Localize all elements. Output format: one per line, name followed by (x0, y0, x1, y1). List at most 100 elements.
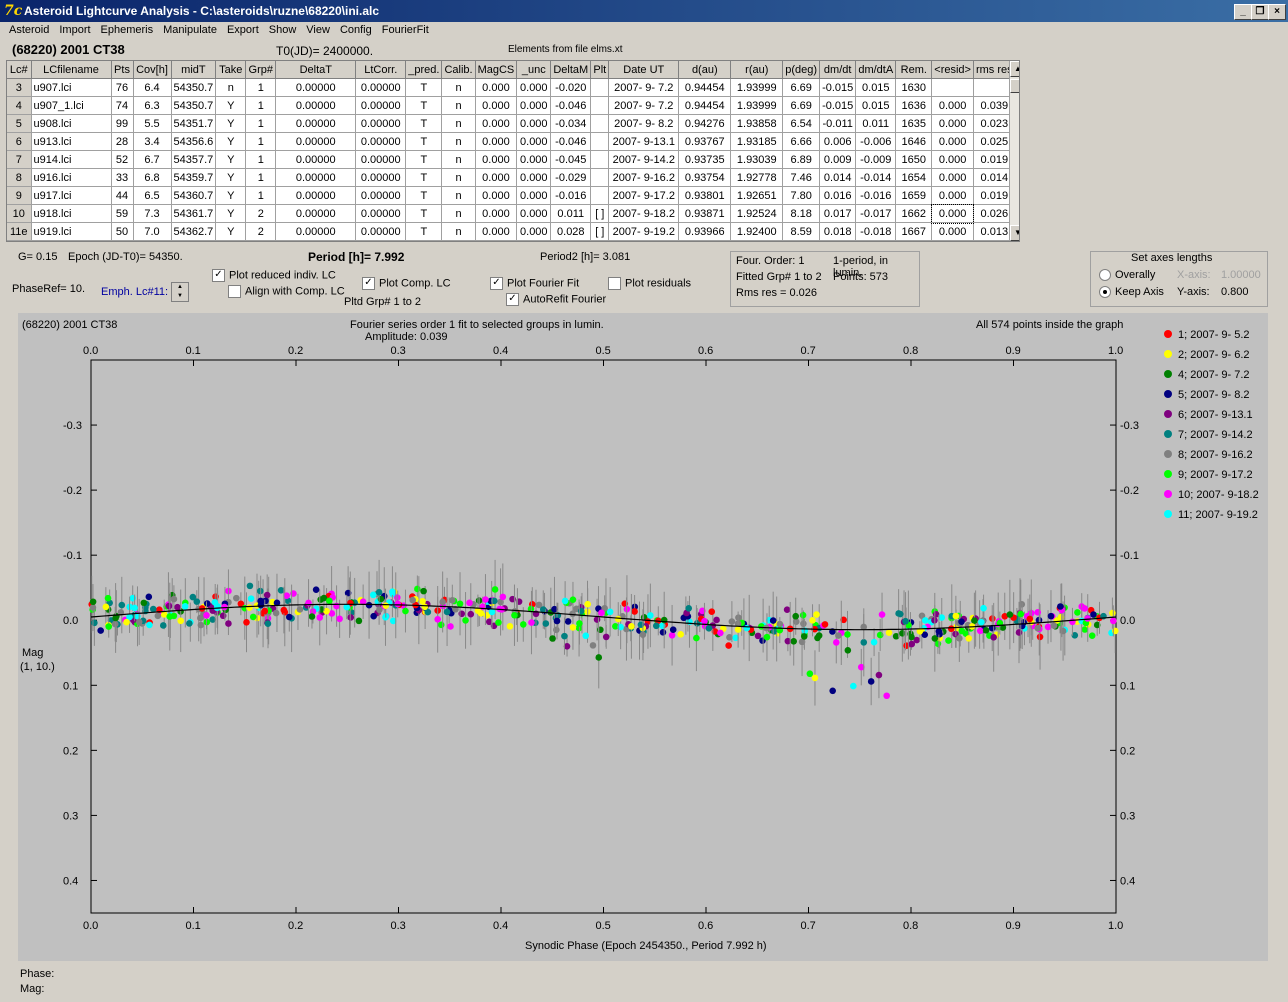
table-cell[interactable]: 54350.7 (171, 78, 217, 97)
autorefit-checkbox[interactable]: ✓ AutoRefit Fourier (506, 293, 606, 306)
table-row[interactable]: 3 u907.lci 76 6.4 54350.7 n 1 0.00000 0.00000 Tn 0… (7, 78, 1016, 97)
table-cell[interactable]: 3.4 (133, 132, 172, 151)
table-cell[interactable]: -0.045 (550, 150, 592, 169)
table-cell[interactable]: 0.00000 (355, 186, 407, 205)
table-row[interactable]: 11e u919.lci 50 7.0 54362.7 Y 2 0.00000 0.00000 T… (7, 222, 1016, 241)
table-row[interactable]: 6 u913.lci 28 3.4 54356.6 Y 1 0.00000 0.00000 Tn 0… (7, 132, 1016, 151)
table-row[interactable]: 4 u907_1.lci 74 6.3 54350.7 Y 1 0.00000 0.00000 T… (7, 96, 1016, 115)
table-cell[interactable]: 7.3 (133, 204, 172, 223)
table-cell[interactable]: 1 (245, 132, 277, 151)
table-cell[interactable]: 0.000 (475, 204, 518, 223)
yaxis-value[interactable]: 0.800 (1221, 286, 1249, 298)
table-cell[interactable]: 52 (111, 150, 134, 169)
table-cell[interactable]: 50 (111, 222, 134, 241)
column-header[interactable]: p(deg) (782, 61, 821, 79)
table-row[interactable]: 5 u908.lci 99 5.5 54351.7 Y 1 0.00000 0.00000 Tn 0… (7, 114, 1016, 133)
menu-ephemeris[interactable]: Ephemeris (96, 22, 159, 38)
table-cell[interactable] (590, 96, 610, 115)
table-cell[interactable]: -0.020 (550, 78, 592, 97)
table-row[interactable]: 9 u917.lci 44 6.5 54360.7 Y 1 0.00000 0.00000 Tn 0… (7, 186, 1016, 205)
table-cell[interactable]: 11e (7, 222, 32, 241)
table-cell[interactable]: 0.000 (931, 150, 974, 169)
overally-radio[interactable]: Overally (1099, 269, 1155, 282)
table-cell[interactable]: 0.000 (931, 222, 974, 241)
table-cell[interactable]: 0.00000 (275, 96, 357, 115)
table-cell[interactable]: 1.92651 (730, 186, 784, 205)
table-cell[interactable]: 0.000 (931, 96, 974, 115)
table-cell[interactable]: 6.4 (133, 78, 172, 97)
table-cell[interactable]: -0.015 (819, 78, 857, 97)
table-cell[interactable]: 0.000 (475, 186, 518, 205)
table-cell[interactable]: n (441, 132, 476, 151)
table-cell[interactable]: n (441, 150, 476, 169)
table-cell[interactable]: -0.034 (550, 114, 592, 133)
table-cell[interactable]: 0.00000 (355, 96, 407, 115)
table-cell[interactable]: 0.000 (516, 204, 552, 223)
table-cell[interactable]: T (405, 114, 443, 133)
table-cell[interactable]: 2007- 9-18.2 (608, 204, 680, 223)
table-cell[interactable]: 0.014 (819, 168, 857, 187)
table-cell[interactable]: 1636 (895, 96, 933, 115)
period-label[interactable]: Period [h]= 7.992 (308, 250, 404, 264)
table-cell[interactable] (590, 186, 610, 205)
table-cell[interactable]: 44 (111, 186, 134, 205)
column-header[interactable]: Cov[h] (133, 61, 172, 79)
table-cell[interactable]: 0.00000 (275, 150, 357, 169)
table-cell[interactable]: 2007- 9- 7.2 (608, 78, 680, 97)
column-header[interactable]: <resid> (931, 61, 974, 79)
table-cell[interactable]: n (441, 204, 476, 223)
table-cell[interactable]: 0.006 (819, 132, 857, 151)
table-cell[interactable]: 54357.7 (171, 150, 217, 169)
table-cell[interactable]: Y (215, 222, 247, 241)
emph-spinner[interactable]: ▲ ▼ (171, 282, 189, 302)
table-cell[interactable]: 0.000 (475, 222, 518, 241)
table-cell[interactable]: 0.000 (516, 186, 552, 205)
table-cell[interactable]: 1.92400 (730, 222, 784, 241)
table-cell[interactable]: 54356.6 (171, 132, 217, 151)
table-cell[interactable]: 0.00000 (355, 114, 407, 133)
table-cell[interactable]: -0.015 (819, 96, 857, 115)
table-cell[interactable]: 0.00000 (275, 132, 357, 151)
table-cell[interactable]: 1.92524 (730, 204, 784, 223)
table-cell[interactable]: 54360.7 (171, 186, 217, 205)
table-cell[interactable] (931, 78, 974, 97)
menu-asteroid[interactable]: Asteroid (4, 22, 54, 38)
column-header[interactable]: Plt (590, 61, 610, 79)
column-header[interactable]: LCfilename (31, 61, 112, 79)
column-header[interactable]: midT (171, 61, 217, 79)
table-cell[interactable]: 0.93801 (678, 186, 732, 205)
table-cell[interactable]: 8.18 (782, 204, 821, 223)
menu-fourierfit[interactable]: FourierFit (377, 22, 434, 38)
table-cell[interactable]: 1667 (895, 222, 933, 241)
table-cell[interactable]: 2007- 9- 7.2 (608, 96, 680, 115)
table-cell[interactable]: 0.94276 (678, 114, 732, 133)
table-cell[interactable]: n (441, 114, 476, 133)
table-cell[interactable]: 6.8 (133, 168, 172, 187)
column-header[interactable]: Lc# (7, 61, 32, 79)
table-cell[interactable] (590, 168, 610, 187)
table-cell[interactable]: 0.009 (819, 150, 857, 169)
table-cell[interactable]: 5 (7, 114, 32, 133)
table-cell[interactable]: 7 (7, 150, 32, 169)
table-cell[interactable]: 0.000 (516, 168, 552, 187)
table-cell[interactable]: 0.00000 (275, 168, 357, 187)
table-cell[interactable]: u917.lci (31, 186, 112, 205)
table-cell[interactable]: 0.00000 (355, 222, 407, 241)
table-cell[interactable]: 0.000 (516, 96, 552, 115)
table-cell[interactable]: 7.46 (782, 168, 821, 187)
table-cell[interactable]: 1.93185 (730, 132, 784, 151)
table-cell[interactable]: -0.014 (855, 168, 897, 187)
table-cell[interactable]: -0.018 (855, 222, 897, 241)
table-cell[interactable]: n (441, 96, 476, 115)
table-cell[interactable]: 10 (7, 204, 32, 223)
column-header[interactable]: Date UT (608, 61, 680, 79)
table-cell[interactable]: 6.66 (782, 132, 821, 151)
table-cell[interactable]: T (405, 132, 443, 151)
table-cell[interactable] (590, 150, 610, 169)
menu-view[interactable]: View (301, 22, 335, 38)
table-cell[interactable]: u907.lci (31, 78, 112, 97)
menu-manipulate[interactable]: Manipulate (158, 22, 222, 38)
plot-comp-checkbox[interactable]: ✓ Plot Comp. LC (362, 277, 451, 290)
table-cell[interactable]: 0.000 (475, 132, 518, 151)
table-cell[interactable]: 0.00000 (355, 78, 407, 97)
